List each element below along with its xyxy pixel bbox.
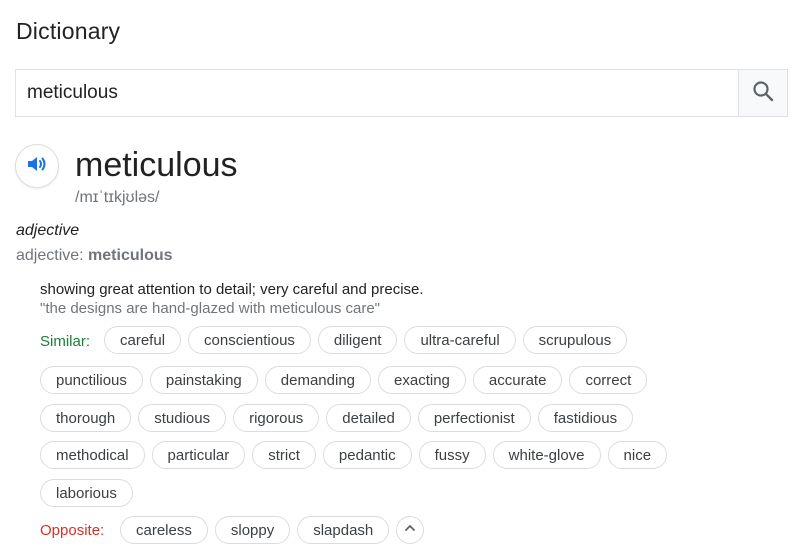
synonym-chip[interactable]: white-glove	[492, 441, 601, 469]
synonym-chip[interactable]: scrupulous	[522, 326, 628, 354]
synonym-chip[interactable]: particular	[151, 441, 246, 469]
definition: showing great attention to detail; very …	[40, 281, 424, 298]
similar-row-2: punctilious painstaking demanding exacti…	[40, 366, 648, 394]
synonym-chip[interactable]: rigorous	[233, 404, 320, 432]
synonym-chip[interactable]: conscientious	[188, 326, 311, 354]
synonym-chip[interactable]: ultra-careful	[404, 326, 516, 354]
collapse-button[interactable]	[396, 516, 425, 544]
pronunciation-button[interactable]	[15, 144, 59, 188]
synonym-chip[interactable]: studious	[138, 404, 227, 432]
example-sentence: "the designs are hand-glazed with meticu…	[40, 300, 381, 317]
similar-row-4: methodical particular strict pedantic fu…	[40, 441, 668, 469]
synonym-chip[interactable]: laborious	[40, 479, 133, 507]
synonym-chip[interactable]: fussy	[418, 441, 486, 469]
chevron-up-icon	[403, 521, 417, 540]
similar-label: Similar:	[40, 333, 91, 350]
synonym-chip[interactable]: perfectionist	[417, 404, 531, 432]
synonym-chip[interactable]: strict	[252, 441, 316, 469]
antonym-chip[interactable]: sloppy	[214, 516, 291, 544]
similar-row-5: laborious	[40, 479, 133, 507]
pos-word: meticulous	[88, 247, 173, 264]
speaker-icon	[25, 152, 49, 181]
synonym-chip[interactable]: methodical	[40, 441, 145, 469]
synonym-chip[interactable]: pedantic	[322, 441, 412, 469]
similar-row-1: careful conscientious diligent ultra-car…	[104, 326, 628, 354]
synonym-chip[interactable]: accurate	[472, 366, 563, 394]
part-of-speech-form: adjective: meticulous	[16, 247, 173, 265]
pos-prefix: adjective:	[16, 247, 89, 264]
synonym-chip[interactable]: fastidious	[537, 404, 634, 432]
search-icon	[751, 79, 775, 108]
headword: meticulous	[75, 146, 238, 184]
opposite-label: Opposite:	[40, 522, 105, 539]
opposite-row: careless sloppy slapdash	[120, 516, 425, 544]
part-of-speech: adjective	[16, 222, 80, 239]
synonym-chip[interactable]: correct	[569, 366, 648, 394]
synonym-chip[interactable]: nice	[607, 441, 668, 469]
search-input[interactable]	[16, 70, 738, 116]
search-button[interactable]	[738, 70, 787, 116]
synonym-chip[interactable]: thorough	[40, 404, 132, 432]
search-box	[15, 69, 788, 117]
synonym-chip[interactable]: exacting	[378, 366, 466, 394]
antonym-chip[interactable]: careless	[120, 516, 208, 544]
synonym-chip[interactable]: demanding	[264, 366, 372, 394]
synonym-chip[interactable]: careful	[104, 326, 182, 354]
antonym-chip[interactable]: slapdash	[297, 516, 390, 544]
synonym-chip[interactable]: detailed	[326, 404, 411, 432]
page-title: Dictionary	[16, 18, 121, 44]
similar-row-3: thorough studious rigorous detailed perf…	[40, 404, 634, 432]
synonym-chip[interactable]: diligent	[317, 326, 398, 354]
synonym-chip[interactable]: painstaking	[149, 366, 258, 394]
phonetic-spelling: /mɪˈtɪkjʊləs/	[75, 189, 160, 206]
synonym-chip[interactable]: punctilious	[40, 366, 143, 394]
